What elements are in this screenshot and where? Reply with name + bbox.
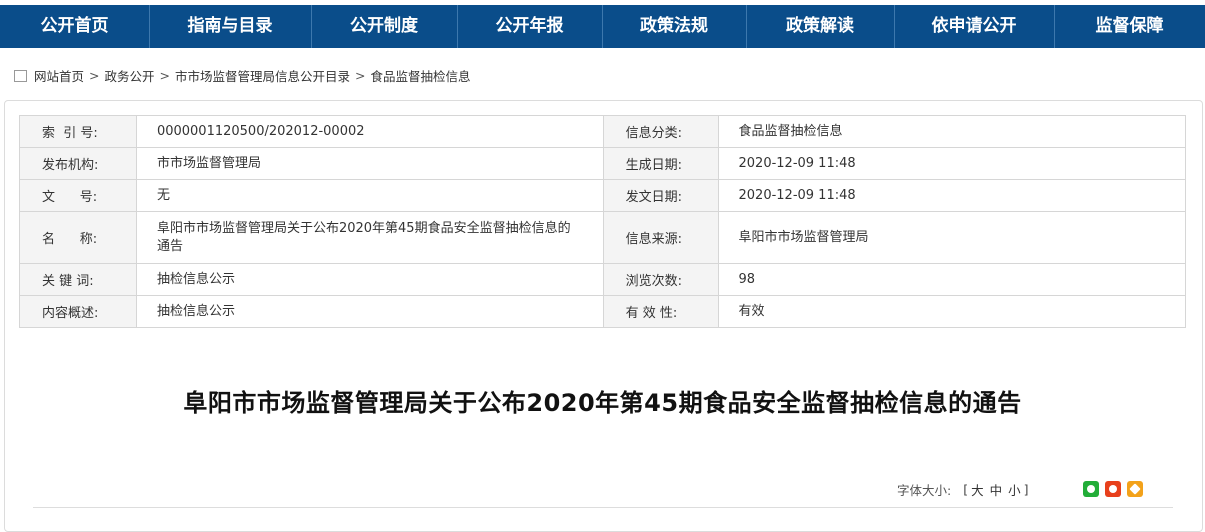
index-number-value: 0000001120500/202012-00002 [135, 115, 604, 148]
breadcrumb-separator: > [89, 67, 100, 83]
summary-value: 抽检信息公示 [135, 295, 604, 328]
category-value: 食品监督抽检信息 [717, 115, 1186, 148]
doc-number-label: 文 号: [19, 179, 137, 212]
index-number-label: 索 引 号: [19, 115, 137, 148]
views-label: 浏览次数: [602, 263, 719, 296]
table-row: 关 键 词: 抽检信息公示 浏览次数: 98 [19, 263, 1186, 296]
nav-item-guide[interactable]: 指南与目录 [149, 5, 311, 48]
nav-item-application[interactable]: 依申请公开 [894, 5, 1054, 48]
font-size-tools: 字体大小: [ 大 中 小 ] [897, 479, 1029, 499]
created-date-value: 2020-12-09 11:48 [717, 147, 1186, 180]
nav-item-policy[interactable]: 政策法规 [602, 5, 746, 48]
breadcrumb-gov-affairs[interactable]: 政务公开 [105, 66, 155, 85]
favorite-icon[interactable] [1127, 481, 1143, 497]
keywords-label: 关 键 词: [19, 263, 137, 296]
font-size-medium-button[interactable]: 中 [990, 480, 1003, 499]
views-value: 98 [717, 263, 1186, 296]
category-label: 信息分类: [602, 115, 719, 148]
font-size-bracket-close: ] [1023, 481, 1029, 497]
validity-label: 有 效 性: [602, 295, 719, 328]
nav-item-supervision[interactable]: 监督保障 [1054, 5, 1205, 48]
font-size-large-button[interactable]: 大 [971, 480, 984, 499]
nav-item-home[interactable]: 公开首页 [0, 5, 149, 48]
table-row: 索 引 号: 0000001120500/202012-00002 信息分类: … [19, 115, 1186, 148]
home-icon [14, 70, 27, 82]
name-value: 阜阳市市场监督管理局关于公布2020年第45期食品安全监督抽检信息的通告 [135, 211, 604, 264]
source-label: 信息来源: [602, 211, 719, 264]
top-nav: 公开首页 指南与目录 公开制度 公开年报 政策法规 政策解读 依申请公开 监督保… [0, 5, 1205, 48]
doc-number-value: 无 [135, 179, 604, 212]
validity-value: 有效 [717, 295, 1186, 328]
publisher-label: 发布机构: [19, 147, 137, 180]
divider [33, 507, 1173, 508]
table-row: 名 称: 阜阳市市场监督管理局关于公布2020年第45期食品安全监督抽检信息的通… [19, 211, 1186, 264]
publisher-value: 市市场监督管理局 [135, 147, 604, 180]
issue-date-value: 2020-12-09 11:48 [717, 179, 1186, 212]
created-date-label: 生成日期: [602, 147, 719, 180]
name-label: 名 称: [19, 211, 137, 264]
table-row: 发布机构: 市市场监督管理局 生成日期: 2020-12-09 11:48 [19, 147, 1186, 180]
font-size-label: 字体大小: [897, 482, 952, 498]
nav-item-annual-report[interactable]: 公开年报 [457, 5, 602, 48]
font-size-bracket-open: [ [963, 481, 969, 497]
source-value: 阜阳市市场监督管理局 [717, 211, 1186, 264]
info-table: 索 引 号: 0000001120500/202012-00002 信息分类: … [19, 115, 1186, 328]
table-row: 文 号: 无 发文日期: 2020-12-09 11:48 [19, 179, 1186, 212]
keywords-value: 抽检信息公示 [135, 263, 604, 296]
issue-date-label: 发文日期: [602, 179, 719, 212]
breadcrumb-separator: > [159, 67, 170, 83]
share-bar [1083, 481, 1143, 497]
font-size-small-button[interactable]: 小 [1008, 480, 1021, 499]
weibo-icon[interactable] [1105, 481, 1121, 497]
breadcrumb-current[interactable]: 食品监督抽检信息 [371, 66, 471, 85]
breadcrumb-home[interactable]: 网站首页 [34, 66, 84, 85]
nav-item-system[interactable]: 公开制度 [311, 5, 457, 48]
breadcrumb-catalog[interactable]: 市市场监督管理局信息公开目录 [175, 66, 350, 85]
table-row: 内容概述: 抽检信息公示 有 效 性: 有效 [19, 295, 1186, 328]
breadcrumb: 网站首页 > 政务公开 > 市市场监督管理局信息公开目录 > 食品监督抽检信息 [14, 66, 471, 84]
summary-label: 内容概述: [19, 295, 137, 328]
wechat-icon[interactable] [1083, 481, 1099, 497]
article-title: 阜阳市市场监督管理局关于公布2020年第45期食品安全监督抽检信息的通告 [183, 389, 1022, 417]
nav-item-interpretation[interactable]: 政策解读 [746, 5, 894, 48]
breadcrumb-separator: > [355, 67, 366, 83]
